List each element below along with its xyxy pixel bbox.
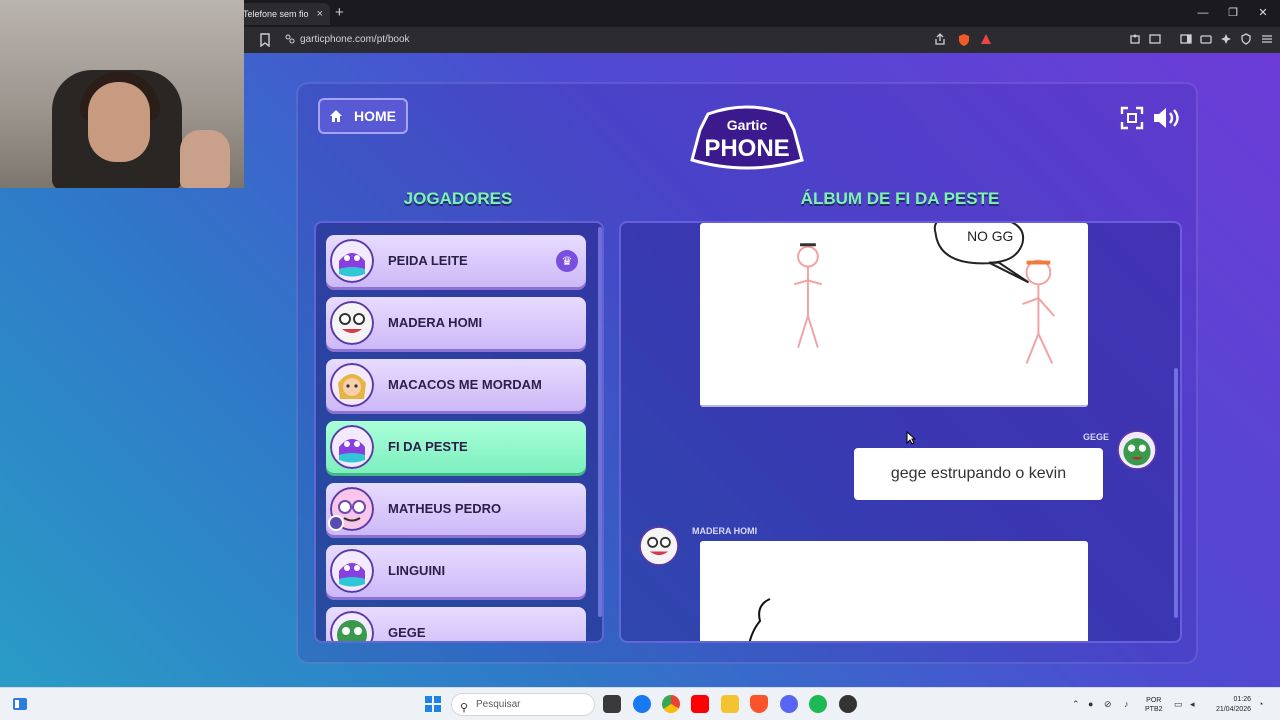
player-card[interactable]: MACACOS ME MORDAM [326,359,586,411]
extensions-icon[interactable] [1128,33,1142,47]
lang-code: POR [1146,697,1162,704]
task-view-icon[interactable] [603,695,621,713]
brave-rewards-icon[interactable] [979,33,993,47]
discord-icon[interactable] [780,695,798,713]
bookmark-icon[interactable] [258,33,272,48]
house-icon [330,110,342,122]
album-scrollbar[interactable] [1174,368,1178,618]
home-label: HOME [354,108,396,124]
drawing-author: MADERA HOMI [692,526,758,536]
clown-avatar-icon [330,301,374,345]
sound-icon[interactable] [1152,106,1182,130]
obs-icon[interactable] [839,695,857,713]
player-name: LINGUINI [388,563,446,578]
youtube-icon[interactable] [691,695,709,713]
search-placeholder: Pesquisar [476,699,521,710]
bird-avatar-icon [330,425,374,469]
player-card[interactable]: PEIDA LEITE ♛ [326,235,586,287]
browser-tab[interactable]: Telefone sem fio × [236,3,330,25]
widgets-icon[interactable] [12,696,28,712]
minimize-icon[interactable]: — [1188,5,1218,21]
leo-ai-icon[interactable] [1219,33,1233,47]
microphone-icon[interactable]: ♪ [1124,698,1129,710]
tray-network-off-icon[interactable]: ⊘ [1104,698,1112,710]
monster-avatar-icon [330,611,374,641]
player-name: MADERA HOMI [388,315,483,330]
tab-title: Telefone sem fio [243,9,309,19]
vpn-shield-icon[interactable] [1239,33,1253,47]
url-field[interactable]: garticphone.com/pt/book [300,33,410,47]
player-name: GEGE [388,625,426,640]
volume-icon[interactable]: ◂ [1190,698,1195,710]
player-name: MATHEUS PEDRO [388,501,502,516]
tab-close-icon[interactable]: × [317,3,323,25]
gartic-phone-logo: Gartic PHONE [690,105,804,170]
album-panel: NO GG GEGE gege estrupando o kevin MADER… [619,221,1182,643]
new-tab-icon[interactable]: + [335,4,344,22]
player-card[interactable]: MATHEUS PEDRO [326,483,586,535]
tray-overflow-icon[interactable]: ⌃ [1072,698,1080,710]
bird-avatar-icon [330,549,374,593]
brave-icon[interactable] [750,695,768,713]
sidebar-icon[interactable] [1179,33,1193,47]
message-bubble: gege estrupando o kevin [854,448,1103,500]
album-title: ÁLBUM DE FI DA PESTE [800,189,1000,208]
player-name: MACACOS ME MORDAM [388,377,542,392]
webcam-overlay [0,0,244,188]
player-card[interactable]: MADERA HOMI [326,297,586,349]
user-badge-icon [328,515,344,531]
chrome-icon[interactable] [662,695,680,713]
players-list: PEIDA LEITE ♛ MADERA HOMI MACACOS ME MOR… [314,221,604,643]
layout-code: PTB2 [1145,706,1163,713]
monster-avatar-icon [1117,430,1157,470]
webcam-hand [180,130,230,188]
keyboard-language[interactable]: POR PTB2 [1145,696,1163,714]
girl-avatar-icon [330,363,374,407]
players-scrollbar[interactable] [598,227,602,617]
display-icon[interactable]: ▭ [1174,698,1183,710]
system-clock[interactable]: 01:26 21/04/2026 [1207,695,1251,715]
clock-date: 21/04/2026 [1215,706,1251,713]
player-card-active[interactable]: FI DA PESTE [326,421,586,473]
fullscreen-icon[interactable] [1120,106,1144,130]
window-close-icon[interactable]: ✕ [1248,5,1278,21]
message-author: GEGE [1083,432,1110,442]
spotify-icon[interactable] [809,695,827,713]
mouse-cursor-icon [906,431,916,445]
windows-start-icon[interactable] [425,696,441,712]
menu-icon[interactable] [1260,33,1274,47]
site-info-icon[interactable] [283,33,297,47]
clock-time: 01:26 [1233,696,1251,703]
player-card[interactable]: GEGE [326,607,586,641]
brave-shield-icon[interactable] [957,33,971,47]
crown-icon: ♛ [556,250,578,272]
player-name: PEIDA LEITE [388,253,468,268]
clown-avatar-icon [639,526,679,566]
tray-app-icon[interactable]: ● [1088,698,1093,710]
share-icon[interactable] [933,33,947,47]
windows-taskbar: ⚲ Pesquisar ⌃ ● ⊘ ♪ POR PTB2 ▭ ◂ 01:26 2… [0,687,1280,720]
player-card[interactable]: LINGUINI [326,545,586,597]
wallet-icon[interactable] [1199,33,1213,47]
bird-avatar-icon [330,239,374,283]
search-icon: ⚲ [460,702,469,714]
album-drawing: NO GG [700,223,1088,407]
restore-icon[interactable]: ❐ [1218,5,1248,21]
media-icon[interactable] [1148,33,1162,47]
logo-text-top: Gartic [727,117,768,133]
album-drawing-partial [700,541,1088,641]
webcam-face [88,82,150,162]
notification-icon[interactable]: ◔ [1258,698,1263,710]
logo-text-bottom: PHONE [704,135,789,162]
players-title: JOGADORES [403,189,513,208]
drawing-speech-text: NO GG [967,228,1013,244]
file-explorer-icon[interactable] [721,695,739,713]
player-name: FI DA PESTE [388,439,468,454]
taskbar-search[interactable]: ⚲ Pesquisar [451,693,595,716]
facebook-icon[interactable] [633,695,651,713]
home-button[interactable]: HOME [318,98,408,134]
